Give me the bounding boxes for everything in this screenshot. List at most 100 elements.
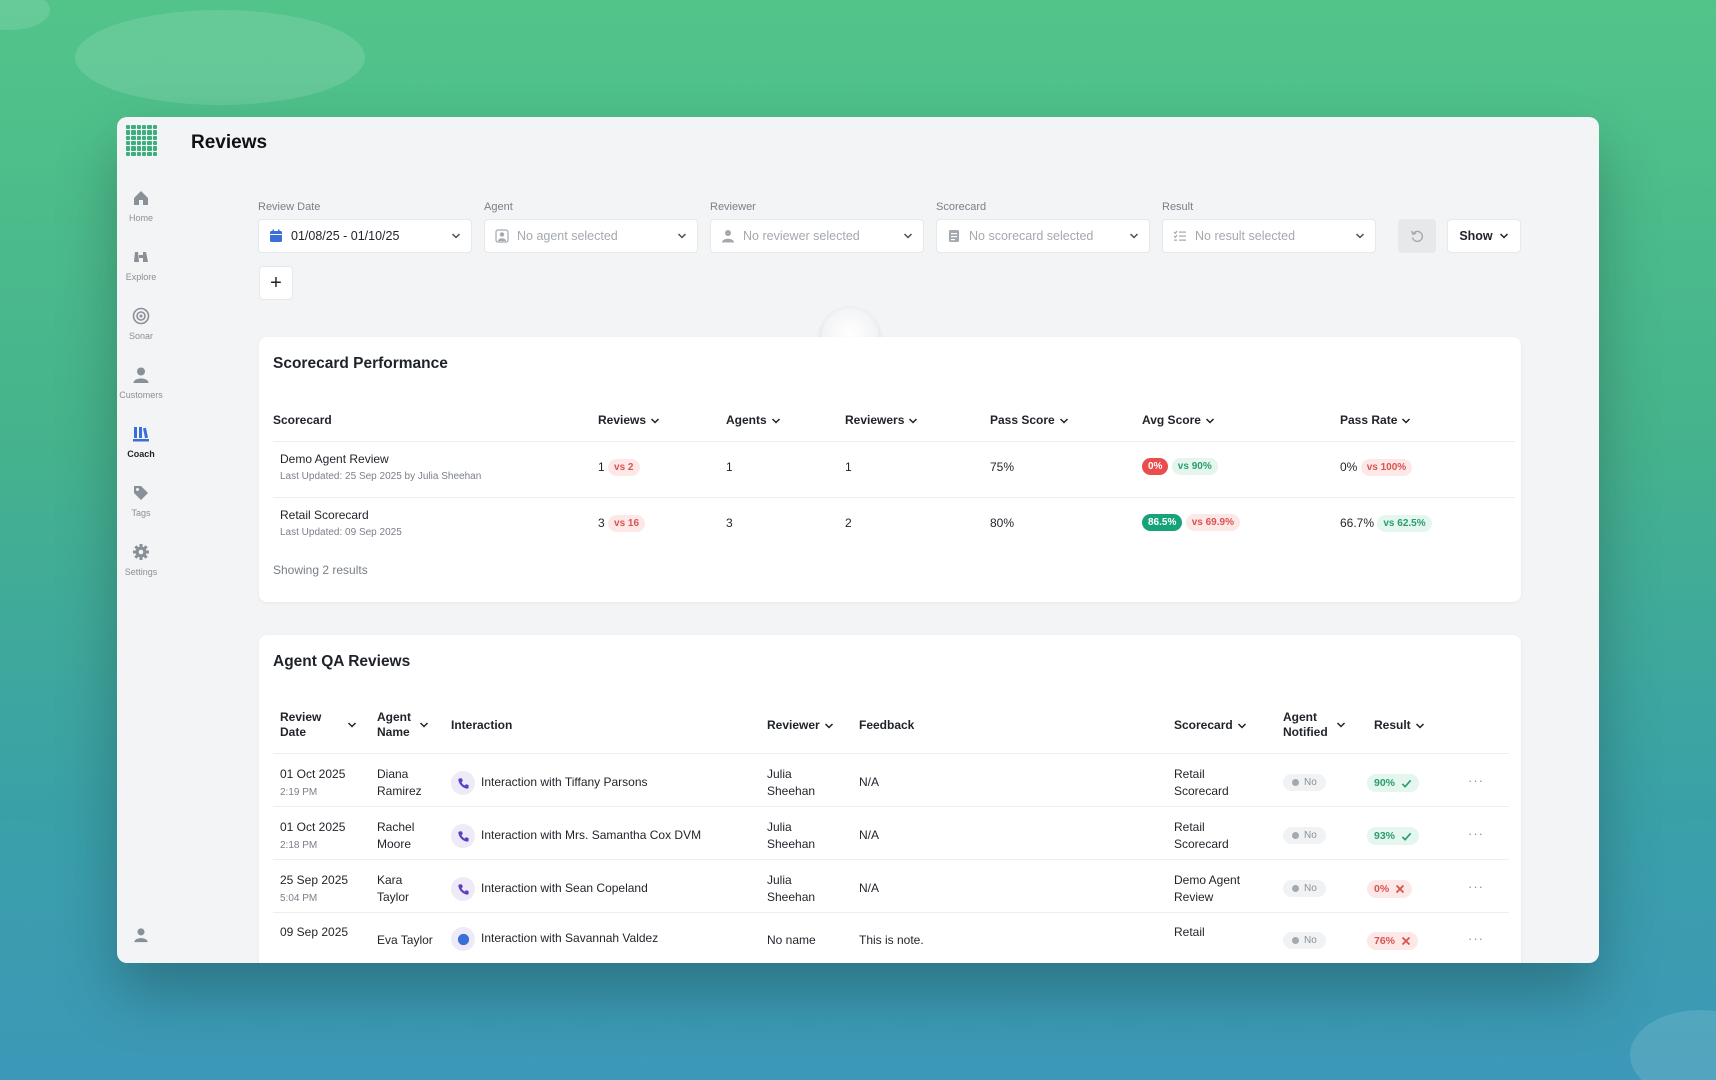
reviews-cell: 1 vs 2 (598, 459, 640, 477)
result-select[interactable]: No result selected (1162, 219, 1376, 253)
scorecard-updated: Last Updated: 09 Sep 2025 (280, 527, 402, 538)
scorecard-cell: Retail Scorecard (1174, 767, 1229, 798)
show-button[interactable]: Show (1447, 219, 1521, 253)
sidebar-item-explore[interactable]: Explore (117, 248, 165, 282)
scorecard-icon (949, 230, 959, 242)
agent-qa-reviews-card: Agent QA Reviews Review Date Agent Name In… (259, 635, 1521, 963)
column-header-pass-rate[interactable]: Pass Rate (1340, 413, 1411, 428)
column-header-review-date[interactable]: Review Date (280, 710, 357, 740)
pass-rate-cell: 0% vs 100% (1340, 459, 1413, 477)
divider (273, 441, 1515, 442)
phone-icon (451, 771, 475, 795)
column-header-reviewer[interactable]: Reviewer (767, 718, 834, 733)
sidebar-item-settings[interactable]: Settings (117, 543, 165, 577)
column-header-reviewers[interactable]: Reviewers (845, 413, 918, 428)
scorecard-placeholder: No scorecard selected (969, 229, 1094, 243)
agent-select[interactable]: No agent selected (484, 219, 698, 253)
agent-notified-badge: No (1283, 774, 1326, 791)
divider (273, 497, 1515, 498)
divider (273, 806, 1509, 807)
filter-label-result: Result (1162, 201, 1194, 213)
chevron-down-icon (1415, 722, 1424, 729)
column-header-reviews[interactable]: Reviews (598, 413, 660, 428)
chat-icon (451, 927, 475, 951)
sidebar-item-tags[interactable]: Tags (117, 484, 165, 518)
background-blob (75, 10, 365, 105)
column-header-feedback: Feedback (859, 718, 915, 732)
column-header-agent-notified[interactable]: Agent Notified (1283, 710, 1346, 740)
column-header-avg-score[interactable]: Avg Score (1142, 413, 1215, 428)
add-filter-button[interactable]: + (259, 266, 293, 300)
scorecard-name[interactable]: Retail Scorecard (280, 507, 369, 524)
phone-icon (451, 877, 475, 901)
row-more-options-button[interactable]: ··· (1468, 826, 1484, 841)
column-header-pass-score[interactable]: Pass Score (990, 413, 1069, 428)
agent-notified-badge: No (1283, 827, 1326, 844)
review-date-select[interactable]: 01/08/25 - 01/10/25 (258, 219, 472, 253)
column-header-scorecard[interactable]: Scorecard (1174, 718, 1247, 733)
column-header-agents[interactable]: Agents (726, 413, 781, 428)
row-more-options-button[interactable]: ··· (1468, 773, 1484, 788)
avg-score-cell: 86.5% vs 69.9% (1142, 514, 1240, 532)
avg-score-badge: 86.5% (1142, 514, 1183, 532)
agent-notified-badge: No (1283, 932, 1326, 949)
checklist-icon (1173, 230, 1186, 241)
interaction-link[interactable]: Interaction with Tiffany Parsons (451, 771, 648, 795)
app-logo[interactable] (126, 125, 157, 156)
sidebar-item-home[interactable]: Home (117, 189, 165, 223)
scorecard-name[interactable]: Demo Agent Review (280, 451, 389, 468)
interaction-link[interactable]: Interaction with Sean Copeland (451, 877, 648, 901)
reviewer-cell: Julia Sheehan (767, 767, 816, 798)
chevron-down-icon (419, 722, 429, 728)
agents-cell: 3 (726, 516, 733, 530)
sidebar-item-label: Home (128, 213, 153, 223)
result-badge: 76% (1367, 932, 1419, 950)
review-date-cell: 25 Sep 2025 5:04 PM (280, 873, 349, 904)
divider (273, 859, 1509, 860)
reviewers-cell: 2 (845, 516, 852, 530)
gear-icon (133, 544, 149, 560)
result-badge: 90% (1367, 774, 1420, 792)
row-more-options-button[interactable]: ··· (1468, 879, 1484, 894)
avg-compare-badge: vs 69.9% (1185, 514, 1240, 532)
interaction-link[interactable]: Interaction with Mrs. Samantha Cox DVM (451, 824, 701, 848)
sidebar-item-label: Explore (125, 272, 157, 282)
calendar-icon (270, 229, 282, 242)
user-icon (134, 928, 148, 943)
interaction-link[interactable]: Interaction with Savannah Valdez (451, 927, 658, 951)
chevron-down-icon (1355, 233, 1365, 239)
agent-notified-badge: No (1283, 880, 1326, 897)
column-header-interaction: Interaction (451, 718, 513, 732)
sidebar-item-sonar[interactable]: Sonar (117, 307, 165, 341)
coach-icon (133, 427, 149, 442)
divider (273, 912, 1509, 913)
sidebar-item-label: Coach (127, 449, 155, 459)
user-icon (133, 367, 149, 383)
review-date-value: 01/08/25 - 01/10/25 (291, 229, 400, 243)
close-icon (1396, 884, 1405, 894)
profile-button[interactable] (117, 927, 165, 949)
pass-score-cell: 80% (990, 516, 1015, 530)
close-icon (1401, 936, 1411, 946)
reviewer-cell: No name (767, 933, 816, 947)
filter-label-reviewer: Reviewer (710, 201, 756, 213)
reset-filters-button[interactable] (1398, 219, 1436, 253)
home-icon (134, 191, 148, 205)
sidebar-item-coach[interactable]: Coach (117, 425, 165, 459)
review-date-cell: 09 Sep 2025 (280, 925, 349, 939)
pass-score-cell: 75% (990, 460, 1015, 474)
reviewer-select[interactable]: No reviewer selected (710, 219, 924, 253)
column-header-agent-name[interactable]: Agent Name (377, 710, 429, 740)
row-more-options-button[interactable]: ··· (1468, 931, 1484, 946)
agent-name-cell: Kara Taylor (377, 873, 410, 904)
chevron-down-icon (909, 417, 918, 424)
avg-score-badge: 0% (1142, 458, 1169, 476)
review-date-cell: 01 Oct 2025 2:18 PM (280, 820, 346, 851)
column-header-result[interactable]: Result (1374, 718, 1425, 733)
user-icon (722, 230, 734, 243)
section-title: Agent QA Reviews (273, 653, 411, 670)
sidebar-item-customers[interactable]: Customers (117, 366, 165, 400)
app-window: Home Explore Sonar Customers Coach Tags … (117, 117, 1599, 963)
scorecard-select[interactable]: No scorecard selected (936, 219, 1150, 253)
sidebar: Home Explore Sonar Customers Coach Tags … (117, 117, 165, 963)
